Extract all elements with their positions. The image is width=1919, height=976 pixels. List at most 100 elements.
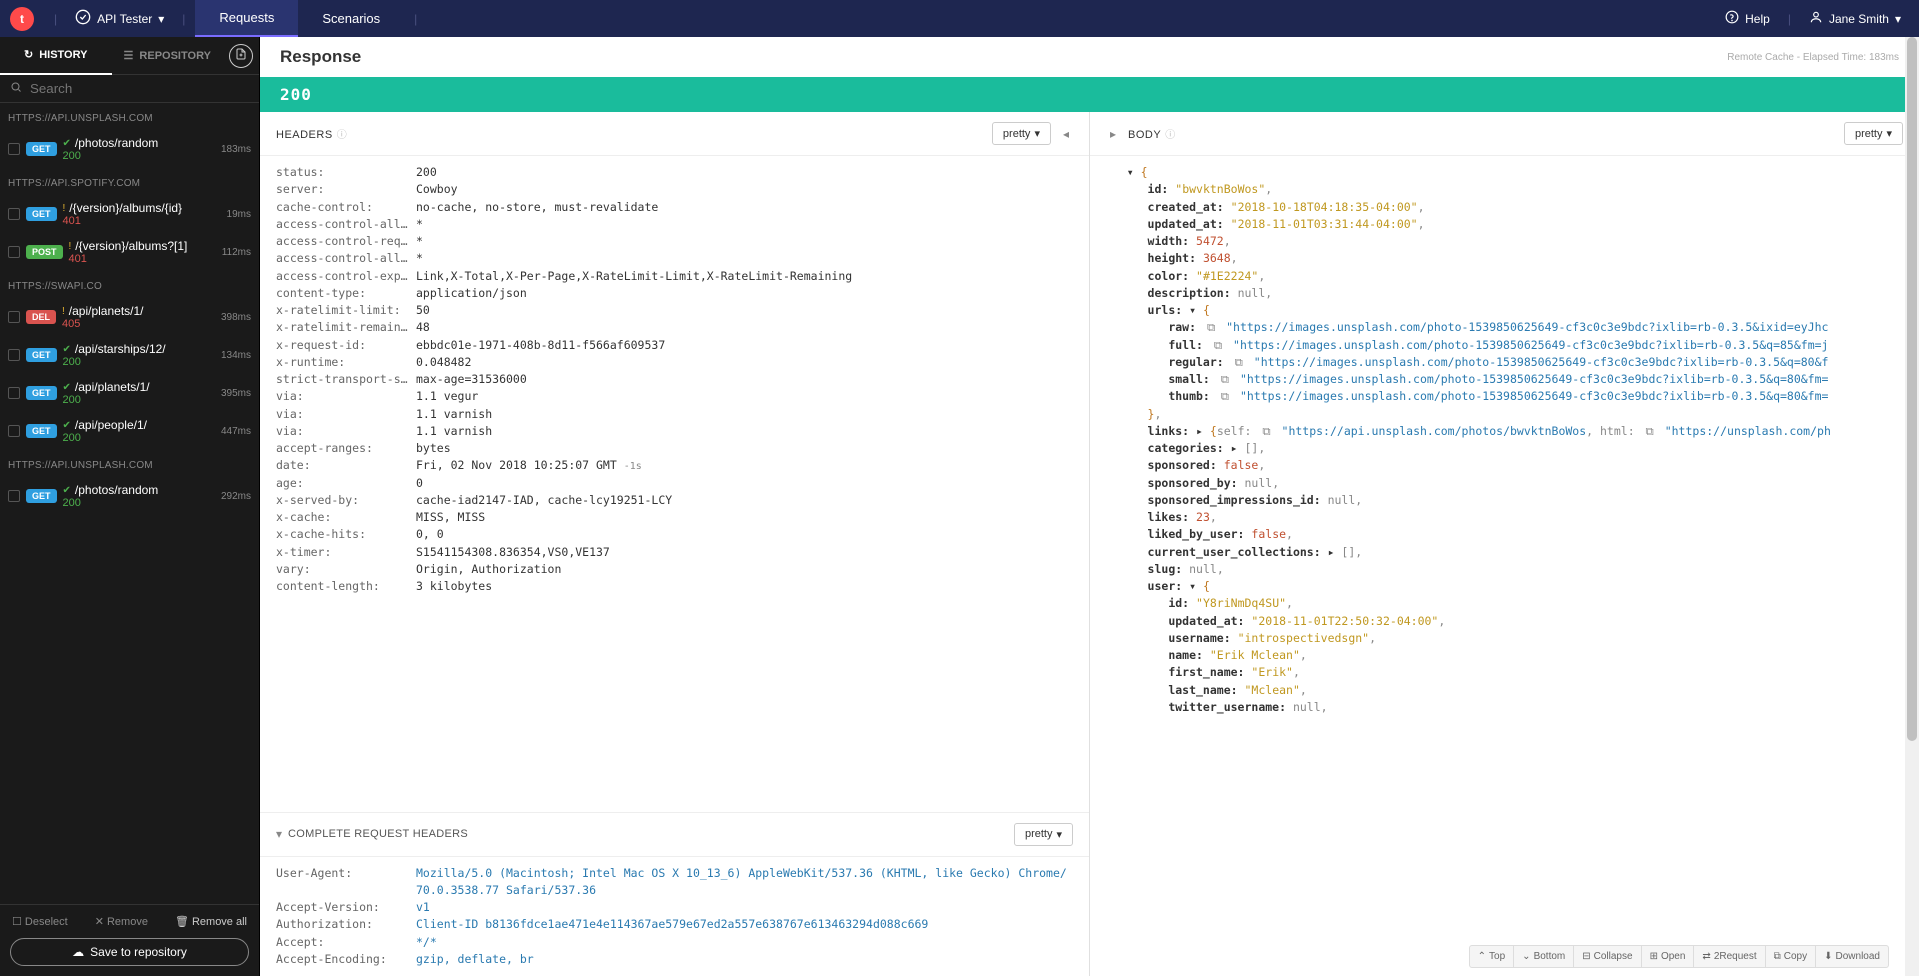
search-box[interactable] <box>0 75 259 103</box>
checkbox[interactable] <box>8 425 20 437</box>
external-link-icon[interactable]: ⧉ <box>1203 320 1219 334</box>
check-circle-icon <box>75 9 91 28</box>
repository-icon: ☰ <box>124 49 134 62</box>
caret-down-icon[interactable]: ▾ <box>276 827 282 841</box>
history-host: HTTPS://SWAPI.CO <box>0 271 259 298</box>
history-host: HTTPS://API.SPOTIFY.COM <box>0 168 259 195</box>
external-link-icon[interactable]: ⧉ <box>1217 389 1233 403</box>
json-line: }, <box>1106 406 1903 423</box>
method-badge: DEL <box>26 310 56 324</box>
chevron-down-icon: ▾ <box>158 12 164 26</box>
request-headers-format-selector[interactable]: pretty ▾ <box>1014 823 1073 846</box>
action-2request[interactable]: ⇄2Request <box>1694 946 1765 967</box>
deselect-button[interactable]: ☐ Deselect <box>12 915 68 928</box>
request-header-row: Accept-Version:v1 <box>276 899 1073 916</box>
add-request-button[interactable] <box>229 44 253 68</box>
action-collapse[interactable]: ⊟Collapse <box>1574 946 1641 967</box>
json-line: raw: ⧉ "https://images.unsplash.com/phot… <box>1106 319 1903 336</box>
user-menu[interactable]: Jane Smith ▾ <box>1801 0 1909 37</box>
history-item[interactable]: POST!/{version}/albums?[1]401112ms <box>0 233 259 271</box>
app-logo[interactable]: t <box>10 7 34 31</box>
json-line: updated_at: "2018-11-01T22:50:32-04:00", <box>1106 613 1903 630</box>
check-icon: ✔ <box>63 420 71 431</box>
caret-down-icon: ▾ <box>1056 828 1062 841</box>
header-row: accept-ranges:bytes <box>276 440 1073 457</box>
json-line: created_at: "2018-10-18T04:18:35-04:00", <box>1106 199 1903 216</box>
header-row: content-type:application/json <box>276 285 1073 302</box>
header-row: vary:Origin, Authorization <box>276 561 1073 578</box>
body-label: BODYⓘ <box>1128 126 1176 141</box>
action-copy[interactable]: ⧉Copy <box>1766 946 1817 967</box>
headers-format-selector[interactable]: pretty ▾ <box>992 122 1051 145</box>
elapsed-time: 112ms <box>222 247 251 258</box>
external-link-icon[interactable]: ⧉ <box>1642 424 1658 438</box>
header-row: x-timer:S1541154308.836354,VS0,VE137 <box>276 544 1073 561</box>
checkbox[interactable] <box>8 387 20 399</box>
action-top[interactable]: ⌃Top <box>1470 946 1515 967</box>
json-line: regular: ⧉ "https://images.unsplash.com/… <box>1106 354 1903 371</box>
json-line: width: 5472, <box>1106 233 1903 250</box>
scrollbar[interactable] <box>1905 37 1919 976</box>
action-download[interactable]: ⬇Download <box>1816 946 1888 967</box>
check-icon: ✔ <box>63 382 71 393</box>
request-header-row: Accept:*/* <box>276 934 1073 951</box>
search-input[interactable] <box>30 81 249 96</box>
check-icon: ✔ <box>63 485 71 496</box>
json-line: small: ⧉ "https://images.unsplash.com/ph… <box>1106 371 1903 388</box>
header-row: x-request-id:ebbdc01e-1971-408b-8d11-f56… <box>276 337 1073 354</box>
json-line: categories: ▸ [], <box>1106 440 1903 457</box>
sidebar-tab-repository[interactable]: ☰ REPOSITORY <box>112 37 224 75</box>
save-to-repository-button[interactable]: ☁ Save to repository <box>10 938 249 966</box>
help-link[interactable]: Help <box>1717 0 1778 37</box>
history-item[interactable]: GET✔/api/people/1/200447ms <box>0 412 259 450</box>
checkbox[interactable] <box>8 349 20 361</box>
json-line: description: null, <box>1106 285 1903 302</box>
help-icon <box>1725 10 1739 27</box>
caret-down-icon: ▾ <box>1034 127 1040 140</box>
help-circle-icon[interactable]: ⓘ <box>337 130 348 141</box>
body-actions: ⌃Top⌄Bottom⊟Collapse⊞Open⇄2Request⧉Copy⬇… <box>1469 945 1889 968</box>
checkbox[interactable] <box>8 490 20 502</box>
header-row: access-control-allow-o…:* <box>276 216 1073 233</box>
check-icon: ✔ <box>63 138 71 149</box>
method-badge: GET <box>26 424 57 438</box>
complete-request-headers-label: COMPLETE REQUEST HEADERS <box>288 828 468 840</box>
collapse-right-button[interactable]: ▸ <box>1106 127 1120 141</box>
history-item[interactable]: GET✔/api/planets/1/200395ms <box>0 374 259 412</box>
external-link-icon[interactable]: ⧉ <box>1217 372 1233 386</box>
remove-button[interactable]: ✕ Remove <box>95 915 148 928</box>
history-item[interactable]: DEL!/api/planets/1/405398ms <box>0 298 259 336</box>
header-row: cache-control:no-cache, no-store, must-r… <box>276 199 1073 216</box>
remove-all-button[interactable]: 🗑 Remove all <box>175 915 247 928</box>
external-link-icon[interactable]: ⧉ <box>1210 338 1226 352</box>
elapsed-time: 398ms <box>221 312 251 323</box>
history-item[interactable]: GET✔/api/starships/12/200134ms <box>0 336 259 374</box>
warning-icon: ! <box>69 241 72 252</box>
action-bottom[interactable]: ⌄Bottom <box>1514 946 1574 967</box>
external-link-icon[interactable]: ⧉ <box>1231 355 1247 369</box>
checkbox[interactable] <box>8 311 20 323</box>
tab-scenarios[interactable]: Scenarios <box>298 0 404 37</box>
sidebar-tab-history[interactable]: ↻ HISTORY <box>0 37 112 75</box>
user-icon <box>1809 10 1823 27</box>
method-badge: POST <box>26 245 63 259</box>
elapsed-time: 395ms <box>221 388 251 399</box>
history-item[interactable]: GET✔/photos/random200183ms <box>0 130 259 168</box>
collapse-left-button[interactable]: ◂ <box>1059 127 1073 141</box>
json-line: twitter_username: null, <box>1106 699 1903 716</box>
json-line: updated_at: "2018-11-01T03:31:44-04:00", <box>1106 216 1903 233</box>
save-icon: ☁ <box>72 945 84 959</box>
history-item[interactable]: GET!/{version}/albums/{id}40119ms <box>0 195 259 233</box>
checkbox[interactable] <box>8 246 20 258</box>
help-circle-icon[interactable]: ⓘ <box>1165 130 1176 141</box>
external-link-icon[interactable]: ⧉ <box>1258 424 1274 438</box>
tab-requests[interactable]: Requests <box>195 0 298 37</box>
checkbox[interactable] <box>8 143 20 155</box>
history-item[interactable]: GET✔/photos/random200292ms <box>0 477 259 515</box>
warning-icon: ! <box>62 306 65 317</box>
checkbox[interactable] <box>8 208 20 220</box>
action-open[interactable]: ⊞Open <box>1642 946 1695 967</box>
body-format-selector[interactable]: pretty ▾ <box>1844 122 1903 145</box>
chevron-down-icon: ▾ <box>1895 12 1901 26</box>
app-selector[interactable]: API Tester ▾ <box>67 0 172 37</box>
